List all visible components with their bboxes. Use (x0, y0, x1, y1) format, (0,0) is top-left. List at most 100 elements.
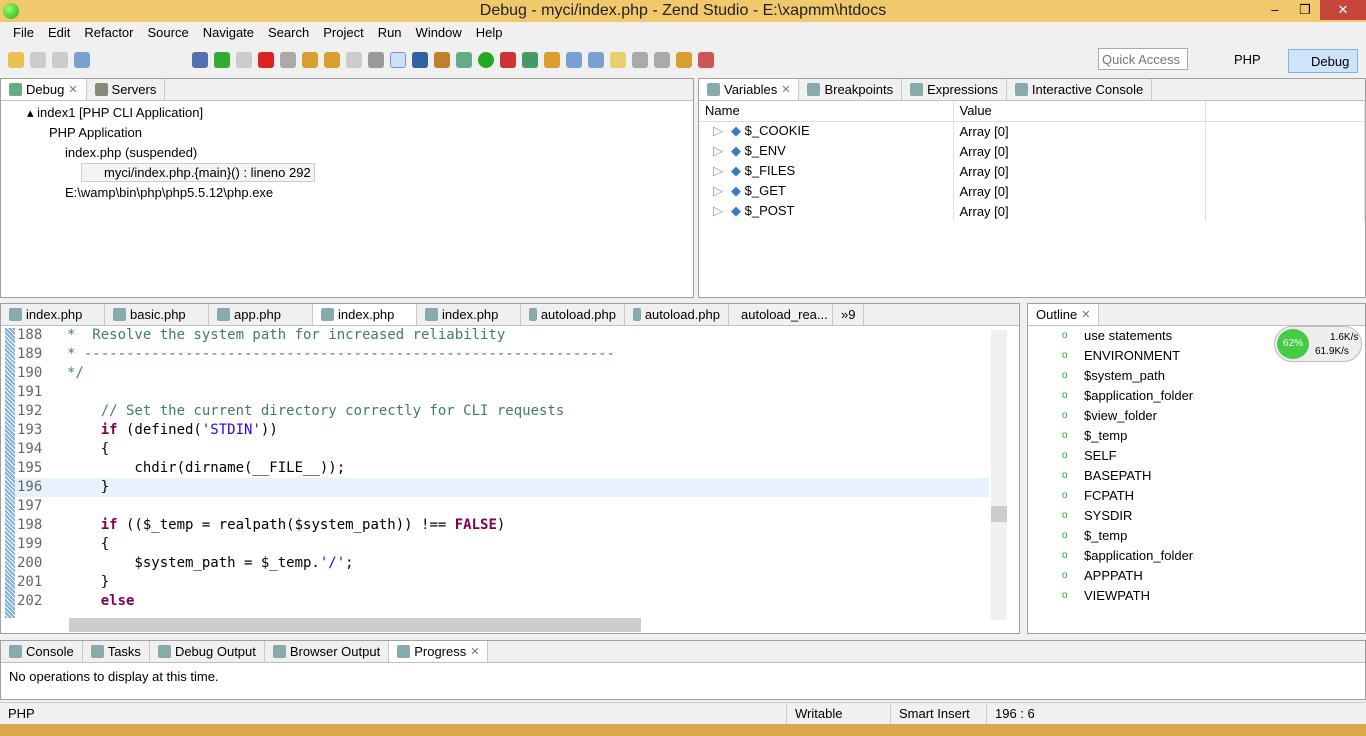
variable-name: $_COOKIE (744, 123, 810, 139)
print-icon[interactable] (74, 52, 90, 68)
variable-row[interactable]: ▷ ◆ $_COOKIE Array [0] (699, 121, 1365, 141)
back-icon[interactable] (654, 52, 670, 68)
outline-item[interactable]: $application_folder (1028, 386, 1365, 406)
vertical-scrollbar[interactable] (991, 330, 1007, 620)
menu-file[interactable]: File (6, 22, 41, 44)
resume-icon[interactable] (214, 52, 230, 68)
menu-source[interactable]: Source (141, 22, 196, 44)
menu-navigate[interactable]: Navigate (196, 22, 261, 44)
outline-item[interactable]: SELF (1028, 446, 1365, 466)
skip-breakpoints-icon[interactable] (192, 52, 208, 68)
tab-basic-php[interactable]: basic.php (105, 304, 209, 325)
outline-item[interactable]: $_temp (1028, 526, 1365, 546)
variable-row[interactable]: ▷ ◆ $_ENV Array [0] (699, 141, 1365, 161)
code-text: } (67, 574, 110, 590)
mark-occurrences-icon[interactable] (610, 52, 626, 68)
menu-search[interactable]: Search (261, 22, 316, 44)
menu-edit[interactable]: Edit (41, 22, 77, 44)
line-number: 202 (17, 593, 43, 609)
tree-item-thread[interactable]: index.php (suspended) (1, 143, 693, 163)
step-into-icon[interactable] (302, 52, 318, 68)
outline-item[interactable]: SYSDIR (1028, 506, 1365, 526)
minimize-button[interactable]: – (1260, 0, 1290, 20)
library-icon[interactable] (434, 52, 450, 68)
tab-debug-output[interactable]: Debug Output (150, 641, 265, 662)
outline-item[interactable]: $application_folder (1028, 546, 1365, 566)
suspend-icon[interactable] (236, 52, 252, 68)
step-return-icon[interactable] (346, 52, 362, 68)
more-tabs-button[interactable]: »9 (833, 304, 865, 325)
save-icon[interactable] (30, 52, 46, 68)
outline-item[interactable]: $_temp (1028, 426, 1365, 446)
perspective-debug[interactable]: Debug (1288, 49, 1358, 73)
variable-row[interactable]: ▷ ◆ $_GET Array [0] (699, 181, 1365, 201)
tab-debug[interactable]: Debug ✕ (1, 79, 87, 100)
outline-item[interactable]: BASEPATH (1028, 466, 1365, 486)
close-icon[interactable]: ✕ (470, 641, 479, 663)
outline-item[interactable]: $system_path (1028, 366, 1365, 386)
annotation-icon[interactable] (632, 52, 648, 68)
variable-row[interactable]: ▷ ◆ $_POST Array [0] (699, 201, 1365, 221)
debug-icon[interactable] (456, 52, 472, 68)
tab-interactive-console[interactable]: Interactive Console (1007, 79, 1153, 100)
maximize-button[interactable]: ❐ (1290, 0, 1320, 20)
forward-icon[interactable] (676, 52, 692, 68)
menu-refactor[interactable]: Refactor (77, 22, 140, 44)
tab-breakpoints[interactable]: Breakpoints (799, 79, 903, 100)
new-icon[interactable] (8, 52, 24, 68)
column-value[interactable]: Value (953, 101, 1206, 121)
outline-item[interactable]: FCPATH (1028, 486, 1365, 506)
terminate-icon[interactable] (258, 52, 274, 68)
tab-outline[interactable]: Outline ✕ (1028, 304, 1100, 326)
menu-window[interactable]: Window (409, 22, 469, 44)
tab-servers[interactable]: Servers (87, 79, 166, 100)
toggle-icon[interactable] (566, 52, 582, 68)
tab-console[interactable]: Console (1, 641, 83, 662)
zend-icon[interactable] (412, 52, 428, 68)
save-all-icon[interactable] (52, 52, 68, 68)
drop-to-frame-icon[interactable] (368, 52, 384, 68)
run-icon[interactable] (478, 52, 494, 68)
tab-autoload-php[interactable]: autoload.php (625, 304, 729, 325)
run-external-icon[interactable] (500, 52, 516, 68)
perspective-php[interactable]: PHP (1230, 50, 1265, 70)
profile-icon[interactable] (522, 52, 538, 68)
close-icon[interactable]: ✕ (1081, 304, 1090, 326)
menu-help[interactable]: Help (469, 22, 510, 44)
quick-access-input[interactable] (1098, 48, 1188, 70)
menu-run[interactable]: Run (371, 22, 409, 44)
outline-item[interactable]: APPPATH (1028, 566, 1365, 586)
menu-project[interactable]: Project (316, 22, 370, 44)
tab-autoload-php[interactable]: autoload.php (521, 304, 625, 325)
horizontal-scrollbar[interactable] (69, 618, 641, 632)
close-icon[interactable]: ✕ (68, 79, 77, 101)
tree-item-process[interactable]: E:\wamp\bin\php\php5.5.12\php.exe (1, 183, 693, 203)
disconnect-icon[interactable] (280, 52, 296, 68)
tab-app-php[interactable]: app.php (209, 304, 313, 325)
tab-progress[interactable]: Progress ✕ (389, 641, 489, 663)
outline-item[interactable]: $view_folder (1028, 406, 1365, 426)
tab-variables[interactable]: Variables ✕ (699, 79, 800, 101)
tab-autoload-rea-[interactable]: autoload_rea... (729, 304, 833, 325)
step-over-icon[interactable] (324, 52, 340, 68)
tab-tasks[interactable]: Tasks (83, 641, 150, 662)
column-name[interactable]: Name (699, 101, 954, 121)
close-icon[interactable]: ✕ (781, 79, 790, 101)
tab-browser-output[interactable]: Browser Output (265, 641, 390, 662)
tree-item-frame[interactable]: myci/index.php.{main}() : lineno 292 (1, 163, 693, 183)
tree-item-launch[interactable]: ▴ index1 [PHP CLI Application] (1, 103, 693, 123)
tools-icon[interactable] (544, 52, 560, 68)
external-tools-icon[interactable] (698, 52, 714, 68)
outline-item[interactable]: VIEWPATH (1028, 586, 1365, 606)
tab-index-php[interactable]: index.php (1, 304, 105, 325)
tab-index-php[interactable]: index.php (313, 304, 417, 325)
code-text: { (67, 441, 110, 457)
tab-index-php[interactable]: index.php (417, 304, 521, 325)
code-area[interactable]: 188 * Resolve the system path for increas… (15, 326, 989, 611)
variable-row[interactable]: ▷ ◆ $_FILES Array [0] (699, 161, 1365, 181)
tree-item-app[interactable]: PHP Application (1, 123, 693, 143)
tab-expressions[interactable]: Expressions (902, 79, 1007, 100)
step-filters-icon[interactable] (390, 52, 406, 68)
whitespace-icon[interactable] (588, 52, 604, 68)
close-button[interactable]: ✕ (1320, 0, 1366, 20)
